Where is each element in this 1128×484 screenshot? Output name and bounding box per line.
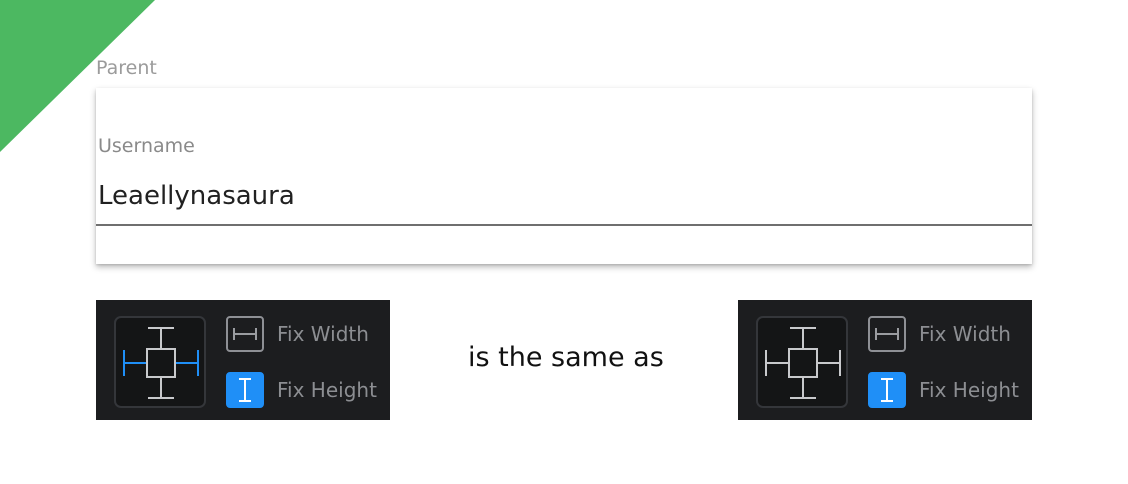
pin-diagram-icon bbox=[123, 327, 199, 399]
resizing-panel-right: Fix Width Fix Height bbox=[738, 300, 1032, 420]
fix-height-button[interactable] bbox=[226, 372, 264, 408]
resizing-panel-left: Fix Width Fix Height bbox=[96, 300, 390, 420]
pin-control[interactable] bbox=[756, 316, 848, 408]
fix-height-label[interactable]: Fix Height bbox=[919, 376, 1019, 404]
username-card: Username Leaellynasaura bbox=[96, 88, 1032, 264]
fix-width-button[interactable] bbox=[226, 316, 264, 352]
fix-height-label[interactable]: Fix Height bbox=[277, 376, 377, 404]
fix-width-label[interactable]: Fix Width bbox=[277, 320, 369, 348]
pin-diagram-icon bbox=[765, 327, 841, 399]
parent-label: Parent bbox=[96, 57, 157, 79]
fix-height-button[interactable] bbox=[868, 372, 906, 408]
fix-width-icon bbox=[233, 328, 257, 340]
fix-height-icon bbox=[881, 378, 893, 402]
fix-width-icon bbox=[875, 328, 899, 340]
fix-height-icon bbox=[239, 378, 251, 402]
fix-width-button[interactable] bbox=[868, 316, 906, 352]
center-square bbox=[146, 348, 176, 378]
comparison-text: is the same as bbox=[468, 342, 664, 373]
username-label: Username bbox=[98, 135, 195, 157]
username-input[interactable]: Leaellynasaura bbox=[98, 178, 295, 214]
pin-control[interactable] bbox=[114, 316, 206, 408]
username-underline bbox=[96, 224, 1032, 226]
fix-width-label[interactable]: Fix Width bbox=[919, 320, 1011, 348]
center-square bbox=[788, 348, 818, 378]
